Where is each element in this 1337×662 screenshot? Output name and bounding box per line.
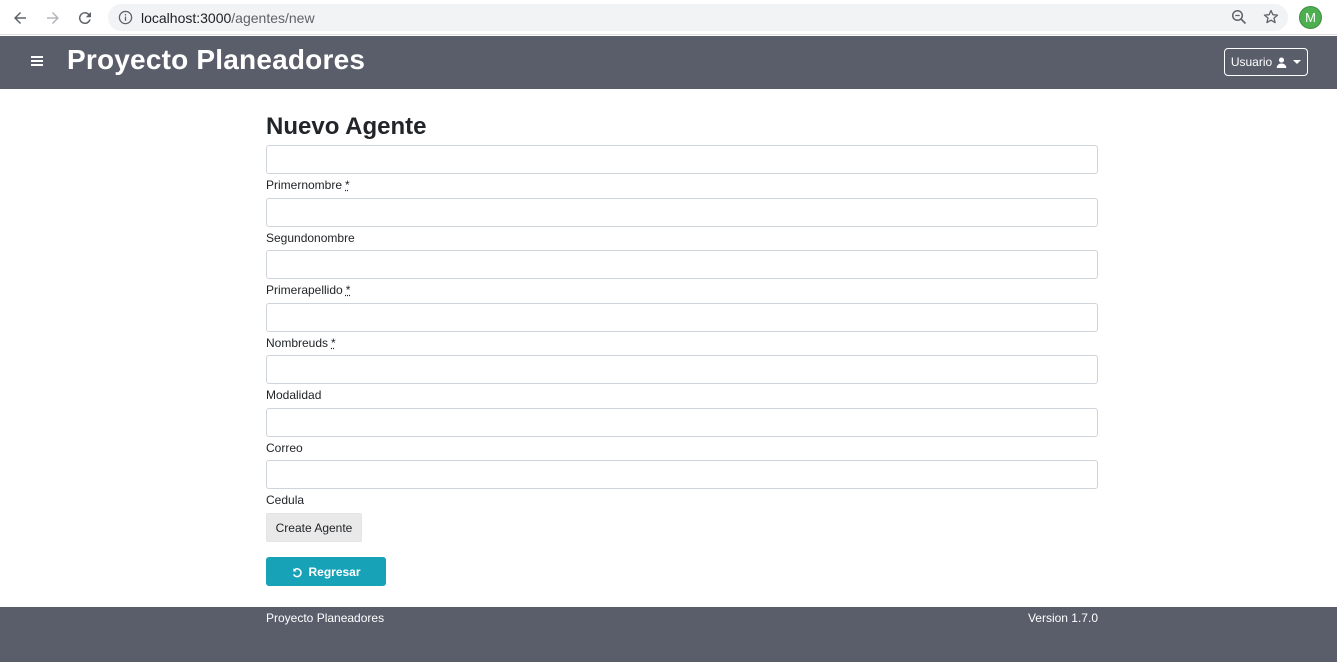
- required-marker: *: [331, 336, 336, 350]
- field-cedula: Cedula: [266, 460, 1098, 507]
- user-dropdown-button[interactable]: Usuario: [1224, 48, 1308, 76]
- field-primerapellido: Primerapellido *: [266, 250, 1098, 297]
- field-correo: Correo: [266, 408, 1098, 455]
- footer-brand: Proyecto Planeadores: [266, 611, 385, 625]
- correo-label: Correo: [266, 441, 303, 455]
- primerapellido-input[interactable]: [266, 250, 1098, 279]
- address-bar[interactable]: localhost:3000/agentes/new: [108, 4, 1288, 31]
- nombreuds-input[interactable]: [266, 303, 1098, 332]
- back-arrow-icon[interactable]: [9, 7, 31, 29]
- url-text: localhost:3000/agentes/new: [141, 10, 315, 26]
- required-marker: *: [345, 283, 351, 297]
- profile-avatar[interactable]: M: [1299, 6, 1322, 29]
- primernombre-label: Primernombre *: [266, 178, 350, 192]
- info-icon[interactable]: [118, 10, 133, 25]
- cedula-input[interactable]: [266, 460, 1098, 489]
- required-marker: *: [345, 178, 350, 192]
- regresar-button[interactable]: Regresar: [266, 557, 386, 586]
- cedula-label: Cedula: [266, 493, 305, 507]
- correo-input[interactable]: [266, 408, 1098, 437]
- create-agente-button[interactable]: Create Agente: [266, 513, 362, 542]
- bookmark-star-icon[interactable]: [1263, 9, 1279, 25]
- forward-arrow-icon[interactable]: [42, 7, 64, 29]
- segundonombre-label: Segundonombre: [266, 231, 355, 245]
- primerapellido-label: Primerapellido *: [266, 283, 351, 297]
- page-title: Nuevo Agente: [266, 113, 427, 140]
- segundonombre-input[interactable]: [266, 198, 1098, 227]
- regresar-label: Regresar: [308, 564, 361, 579]
- field-nombreuds: Nombreuds *: [266, 303, 1098, 350]
- page-footer: Proyecto Planeadores Version 1.7.0: [0, 607, 1337, 662]
- field-primernombre: Primernombre *: [266, 145, 1098, 192]
- brand-title[interactable]: Proyecto Planeadores: [67, 44, 365, 76]
- caret-down-icon: [1293, 60, 1302, 64]
- nombreuds-label: Nombreuds *: [266, 336, 336, 350]
- modalidad-input[interactable]: [266, 355, 1098, 384]
- user-dropdown-label: Usuario: [1230, 55, 1273, 69]
- browser-toolbar: localhost:3000/agentes/new M: [0, 0, 1337, 35]
- hamburger-menu-icon[interactable]: [31, 54, 47, 70]
- field-segundonombre: Segundonombre: [266, 198, 1098, 245]
- field-modalidad: Modalidad: [266, 355, 1098, 402]
- modalidad-label: Modalidad: [266, 388, 322, 402]
- app-navbar: Proyecto Planeadores Usuario: [0, 36, 1337, 89]
- zoom-icon[interactable]: [1231, 9, 1247, 25]
- primernombre-input[interactable]: [266, 145, 1098, 174]
- user-icon: [1276, 57, 1287, 68]
- reload-icon[interactable]: [74, 7, 96, 29]
- footer-version: Version 1.7.0: [1027, 611, 1098, 625]
- undo-icon: [293, 567, 303, 577]
